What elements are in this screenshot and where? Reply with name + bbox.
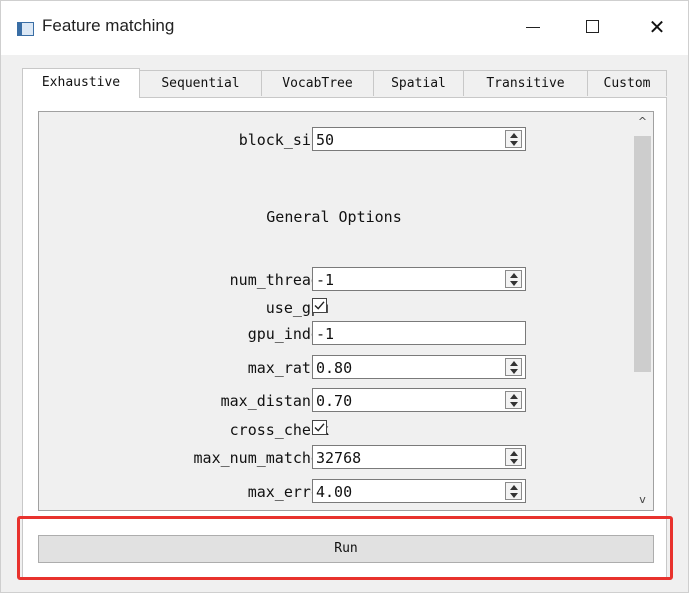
use-gpu-row: use_gpu xyxy=(39,295,629,321)
max-distance-value: 0.70 xyxy=(316,392,353,410)
max-ratio-spinbox[interactable]: 0.80 xyxy=(312,355,526,379)
max-error-row: max_error 4.00 xyxy=(39,479,629,505)
max-num-matches-spinbox[interactable]: 32768 xyxy=(312,445,526,469)
check-icon xyxy=(314,301,325,310)
max-distance-spinbox[interactable]: 0.70 xyxy=(312,388,526,412)
gpu-index-value: -1 xyxy=(316,325,335,343)
window-title: Feature matching xyxy=(42,16,175,35)
block-size-value: 50 xyxy=(316,131,335,149)
max-ratio-row: max_ratio 0.80 xyxy=(39,355,629,381)
spin-arrows-icon[interactable] xyxy=(505,482,522,500)
spin-arrows-icon[interactable] xyxy=(505,448,522,466)
max-error-value: 4.00 xyxy=(316,483,353,501)
num-threads-value: -1 xyxy=(316,271,335,289)
tab-bar: Exhaustive Sequential VocabTree Spatial … xyxy=(22,68,667,98)
check-icon xyxy=(314,423,325,432)
num-threads-spinbox[interactable]: -1 xyxy=(312,267,526,291)
cross-check-row: cross_check xyxy=(39,417,629,443)
cross-check-checkbox[interactable] xyxy=(312,420,327,435)
spin-arrows-icon[interactable] xyxy=(505,391,522,409)
app-icon xyxy=(17,22,34,36)
tab-spatial[interactable]: Spatial xyxy=(373,70,464,96)
section-title: General Options xyxy=(266,208,402,226)
tab-vocabtree[interactable]: VocabTree xyxy=(261,70,374,96)
vertical-scrollbar[interactable]: ^ v xyxy=(632,112,653,510)
scrollbar-thumb[interactable] xyxy=(634,136,651,372)
max-num-matches-label: max_num_matches xyxy=(193,449,329,467)
use-gpu-checkbox[interactable] xyxy=(312,298,327,313)
title-bar: Feature matching ✕ xyxy=(1,1,688,55)
maximize-icon[interactable] xyxy=(573,9,613,45)
num-threads-row: num_threads -1 xyxy=(39,267,629,293)
tab-exhaustive[interactable]: Exhaustive xyxy=(22,68,140,98)
spin-arrows-icon[interactable] xyxy=(505,130,522,148)
max-num-matches-row: max_num_matches 32768 xyxy=(39,445,629,471)
options-scroll-area[interactable]: block_size 50 General Options num_thread… xyxy=(38,111,654,511)
max-error-spinbox[interactable]: 4.00 xyxy=(312,479,526,503)
run-highlight-box xyxy=(17,516,673,580)
spin-arrows-icon[interactable] xyxy=(505,270,522,288)
tab-custom[interactable]: Custom xyxy=(587,70,667,96)
tab-transitive[interactable]: Transitive xyxy=(463,70,588,96)
max-ratio-value: 0.80 xyxy=(316,359,353,377)
max-num-matches-value: 32768 xyxy=(316,449,362,467)
scroll-up-icon[interactable]: ^ xyxy=(632,112,653,132)
close-icon[interactable]: ✕ xyxy=(637,9,677,45)
spin-arrows-icon[interactable] xyxy=(505,358,522,376)
scroll-down-icon[interactable]: v xyxy=(632,490,653,510)
gpu-index-input[interactable]: -1 xyxy=(312,321,526,345)
block-size-row: block_size 50 xyxy=(39,127,629,153)
minimize-icon[interactable] xyxy=(513,9,553,45)
max-distance-row: max_distance 0.70 xyxy=(39,388,629,414)
tab-sequential[interactable]: Sequential xyxy=(139,70,262,96)
gpu-index-row: gpu_index -1 xyxy=(39,321,629,347)
block-size-spinbox[interactable]: 50 xyxy=(312,127,526,151)
